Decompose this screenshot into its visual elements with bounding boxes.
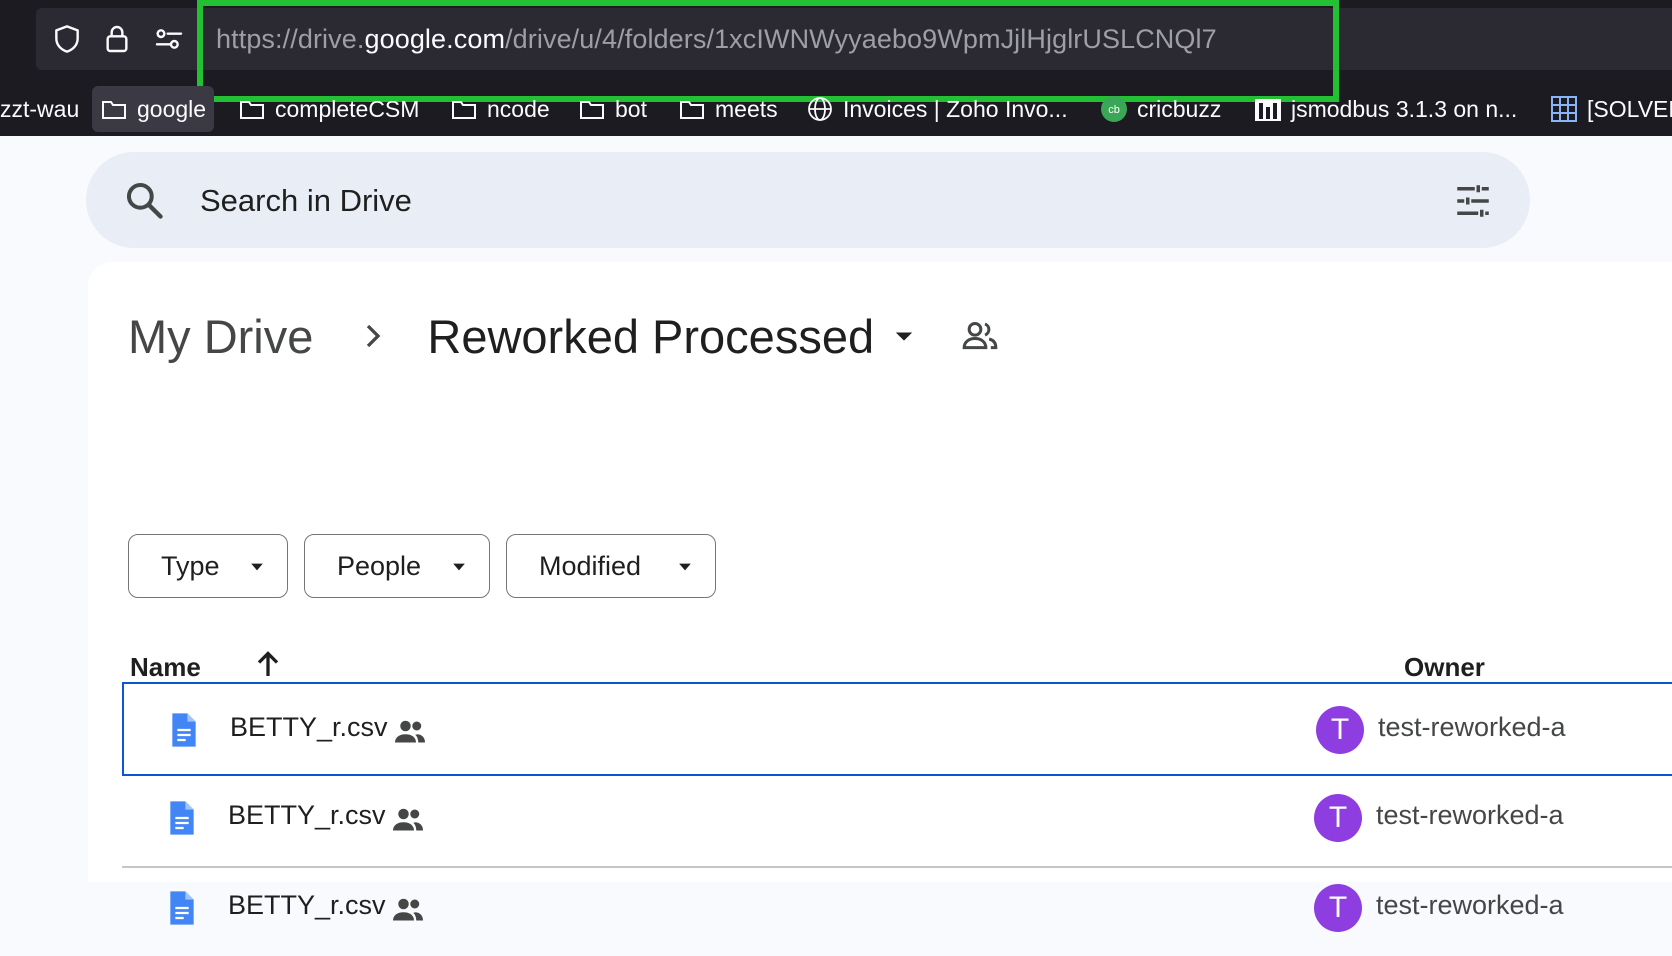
bookmarks-bar: zzt-wau google completeCSM ncode bot mee… <box>0 86 1672 134</box>
bookmark-label: ncode <box>487 95 550 122</box>
caret-down-icon[interactable] <box>890 322 918 350</box>
shared-icon <box>393 808 423 831</box>
url-text[interactable]: https://drive.google.com/drive/u/4/folde… <box>216 24 1217 55</box>
caret-down-icon <box>251 563 263 571</box>
file-name: BETTY_r.csv <box>228 890 386 920</box>
owner-avatar[interactable]: T <box>1314 794 1362 842</box>
bookmark-item[interactable]: google <box>92 86 215 132</box>
caret-down-icon <box>679 563 691 571</box>
chip-label: People <box>337 550 422 581</box>
npm-icon <box>1254 96 1282 122</box>
bookmark-item[interactable]: Invoices | Zoho Invo... <box>806 86 1068 132</box>
bookmark-item[interactable]: cb cricbuzz <box>1100 86 1221 132</box>
bookmark-label: [SOLVED <box>1587 95 1672 122</box>
owner-avatar[interactable]: T <box>1314 884 1362 932</box>
column-header-owner[interactable]: Owner <box>1404 652 1485 683</box>
chip-label: Modified <box>539 550 642 581</box>
bookmark-item[interactable]: bot <box>578 86 647 132</box>
shared-folder-icon[interactable] <box>960 316 1000 356</box>
doc-file-icon <box>170 801 194 835</box>
folder-icon <box>450 96 478 122</box>
grid-icon <box>1550 96 1578 122</box>
bookmark-label: cricbuzz <box>1137 95 1222 122</box>
owner-name: test-reworked-a <box>1376 890 1564 920</box>
file-row[interactable]: BETTY_r.csv T test-reworked-a <box>122 772 1672 866</box>
file-row[interactable]: BETTY_r.csv T test-reworked-a <box>122 682 1672 776</box>
bookmark-item[interactable]: [SOLVED <box>1550 86 1672 132</box>
chevron-right-icon <box>367 324 381 348</box>
folder-icon <box>238 96 266 122</box>
chip-label: Type <box>161 550 220 581</box>
folder-icon <box>100 96 128 122</box>
url-scheme: https://drive. <box>216 24 365 54</box>
search-bar[interactable] <box>86 152 1530 248</box>
caret-down-icon <box>453 563 465 571</box>
bookmark-label: jsmodbus 3.1.3 on n... <box>1291 95 1518 122</box>
shield-icon[interactable] <box>50 21 84 57</box>
bookmark-item[interactable]: completeCSM <box>238 86 419 132</box>
bookmark-item[interactable]: meets <box>678 86 778 132</box>
sort-ascending-icon[interactable] <box>250 646 286 682</box>
shared-icon <box>393 898 423 921</box>
doc-file-icon <box>172 713 196 747</box>
filter-people-chip[interactable]: People <box>304 534 490 598</box>
owner-avatar[interactable]: T <box>1316 706 1364 754</box>
bookmark-item[interactable]: jsmodbus 3.1.3 on n... <box>1254 86 1517 132</box>
bookmark-label: zzt-wau <box>0 95 80 122</box>
search-options-icon[interactable] <box>1452 180 1494 222</box>
bookmark-label: meets <box>715 95 778 122</box>
bookmark-label: completeCSM <box>275 95 420 122</box>
drive-page: My Drive Reworked Processed Type People … <box>0 136 1672 932</box>
lock-icon[interactable] <box>100 21 134 57</box>
folder-icon <box>678 96 706 122</box>
doc-file-icon <box>170 891 194 925</box>
folder-icon <box>578 96 606 122</box>
search-input[interactable] <box>200 178 1300 224</box>
browser-chrome: https://drive.google.com/drive/u/4/folde… <box>0 0 1672 136</box>
bookmark-label: bot <box>615 95 647 122</box>
cricbuzz-icon: cb <box>1100 96 1128 122</box>
url-host: google.com <box>364 24 506 54</box>
permissions-icon[interactable] <box>152 21 186 57</box>
file-name: BETTY_r.csv <box>230 712 388 742</box>
search-icon[interactable] <box>122 178 166 222</box>
column-header-name[interactable]: Name <box>130 652 201 683</box>
filter-type-chip[interactable]: Type <box>128 534 288 598</box>
breadcrumb-my-drive[interactable]: My Drive <box>128 309 313 364</box>
bookmark-item[interactable]: zzt-wau <box>0 86 79 132</box>
file-row[interactable]: BETTY_r.csv T test-reworked-a <box>122 862 1672 956</box>
content-panel: My Drive Reworked Processed Type People … <box>88 262 1672 932</box>
file-name: BETTY_r.csv <box>228 800 386 830</box>
url-path: /drive/u/4/folders/1xcIWNWyyaebo9WpmJjlH… <box>505 24 1217 54</box>
bookmark-label: google <box>137 95 207 122</box>
filter-modified-chip[interactable]: Modified <box>506 534 716 598</box>
shared-icon <box>395 720 425 743</box>
bookmark-item[interactable]: ncode <box>450 86 550 132</box>
bookmark-label: Invoices | Zoho Invo... <box>843 95 1068 122</box>
globe-icon <box>806 96 834 122</box>
owner-name: test-reworked-a <box>1378 712 1566 742</box>
svg-text:cb: cb <box>1108 104 1120 116</box>
breadcrumb: My Drive Reworked Processed <box>128 306 1000 366</box>
breadcrumb-current-folder[interactable]: Reworked Processed <box>427 309 874 364</box>
owner-name: test-reworked-a <box>1376 800 1564 830</box>
